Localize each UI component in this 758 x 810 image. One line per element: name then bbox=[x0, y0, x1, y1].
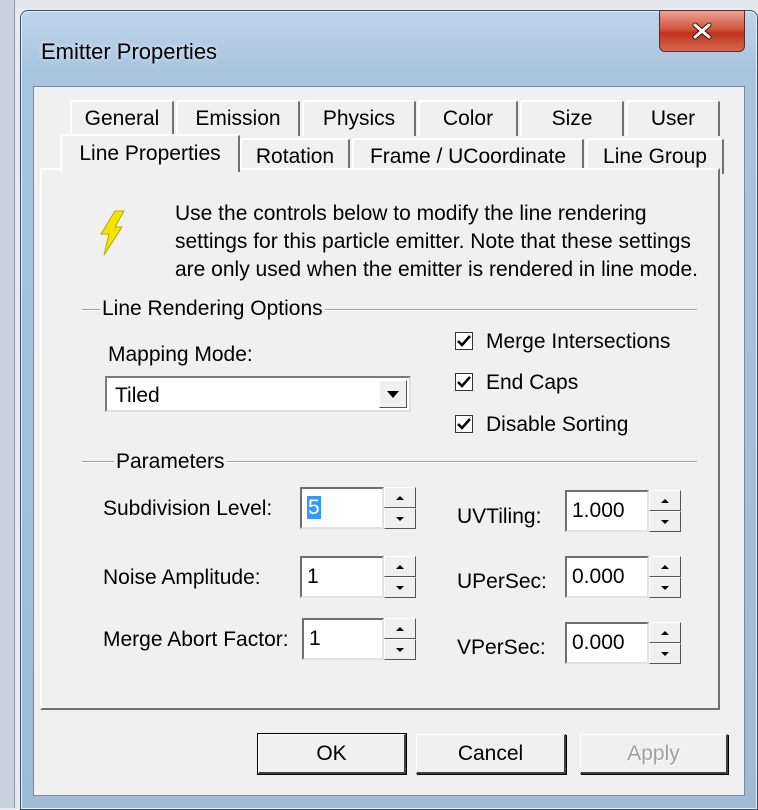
tab-physics[interactable]: Physics bbox=[302, 100, 416, 136]
tab-size[interactable]: Size bbox=[520, 100, 624, 136]
window-title: Emitter Properties bbox=[41, 39, 218, 64]
mapping-mode-value: Tiled bbox=[115, 384, 160, 407]
tab-user[interactable]: User bbox=[626, 100, 720, 136]
close-icon bbox=[692, 22, 712, 40]
background-window-top bbox=[0, 0, 758, 8]
mapping-mode-select[interactable]: Tiled bbox=[105, 376, 411, 412]
tab-emission[interactable]: Emission bbox=[176, 100, 300, 136]
tab-color[interactable]: Color bbox=[418, 100, 518, 136]
tab-general[interactable]: General bbox=[70, 100, 174, 136]
background-window-edge bbox=[0, 0, 15, 808]
chevron-down-icon bbox=[387, 390, 399, 398]
close-button[interactable] bbox=[659, 10, 745, 52]
tab-line-properties[interactable]: Line Properties bbox=[60, 134, 240, 172]
line-properties-panel bbox=[40, 168, 720, 710]
mapping-mode-dropdown-button[interactable] bbox=[379, 380, 407, 408]
